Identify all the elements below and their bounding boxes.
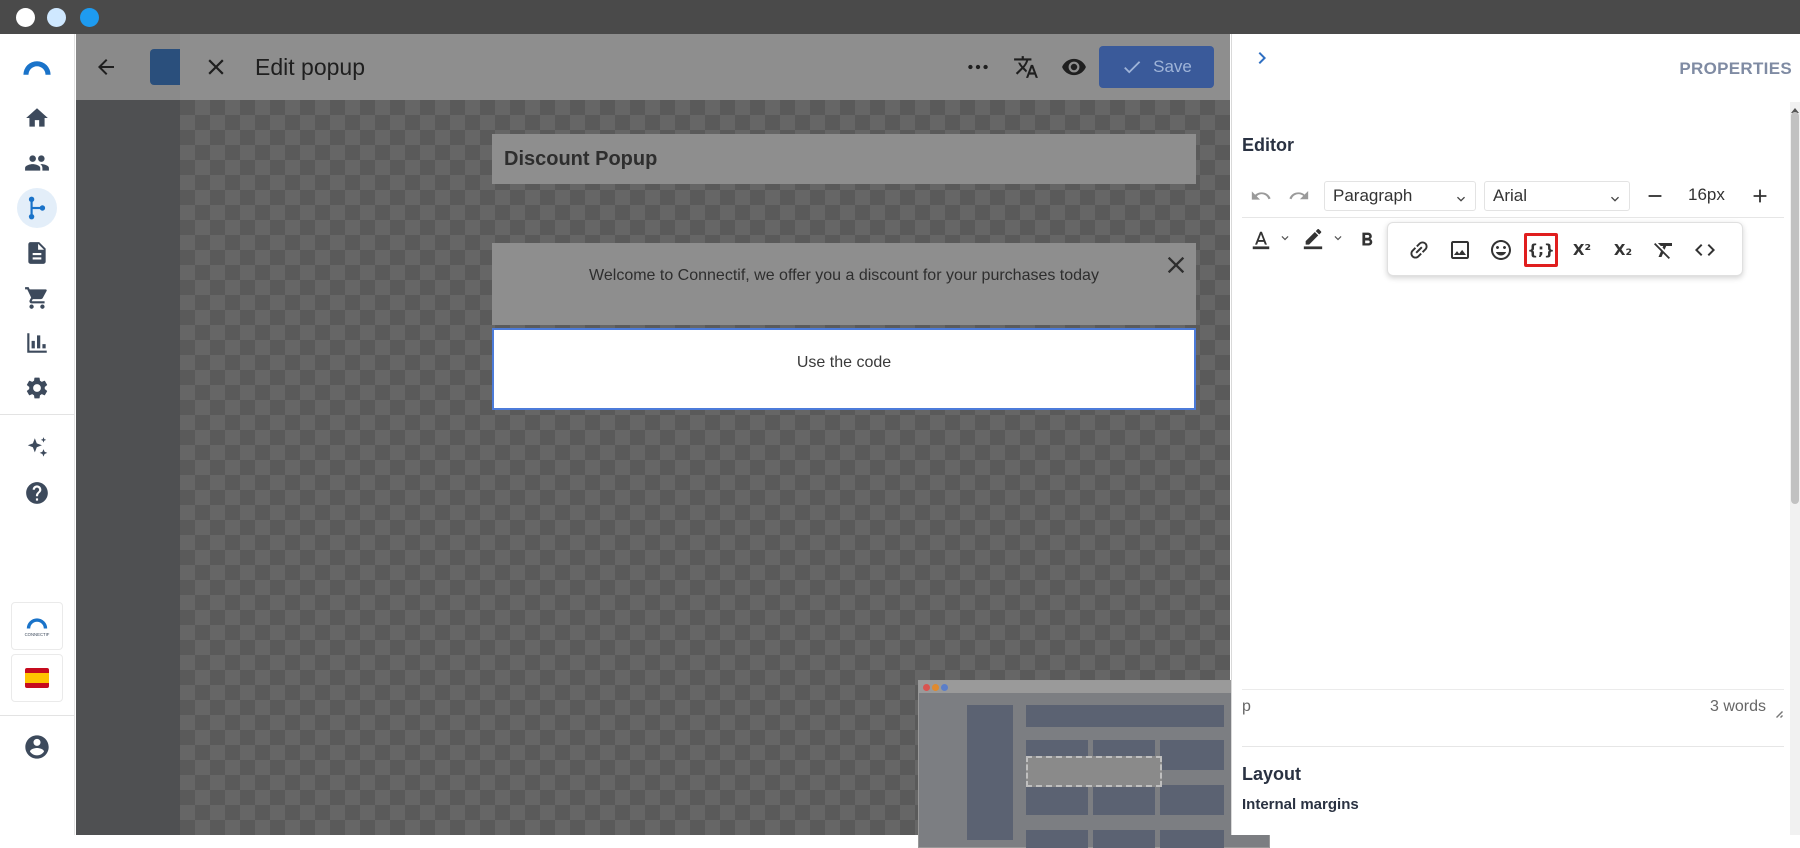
window-zoom-control[interactable] [80,8,99,27]
nav-divider-bottom [0,715,75,716]
layout-preview-thumbnail [918,680,1270,848]
chevron-down-icon[interactable] [1278,231,1292,245]
flow-icon[interactable] [17,188,57,228]
sparkles-icon[interactable] [17,428,57,468]
window-titlebar [0,0,1800,34]
subscript-icon[interactable]: X₂ [1606,233,1640,267]
redo-icon[interactable] [1284,181,1314,211]
background-device-chip [150,49,180,85]
background-panel [76,100,180,835]
internal-margins-label: Internal margins [1242,796,1359,813]
spain-flag-icon [25,668,49,688]
modal-title: Edit popup [255,54,365,80]
insert-variable-icon[interactable]: {;} [1524,233,1558,267]
source-code-icon[interactable] [1688,233,1722,267]
close-icon[interactable] [200,51,232,83]
selected-block-text[interactable]: Use the code [494,354,1194,372]
properties-title: PROPERTIES [1679,59,1792,78]
element-path[interactable]: p [1242,698,1251,716]
brand-logo[interactable]: CONNECTIF [11,602,63,650]
section-divider [1242,746,1784,747]
workspace: Edit popup Save Discount Popup Welcome t… [76,34,1270,848]
resize-handle-icon[interactable] [1772,706,1784,718]
highlight-color-icon[interactable] [1298,225,1328,255]
back-arrow-icon[interactable] [90,51,122,83]
layout-label: Layout [1242,764,1302,784]
window-close-control[interactable] [16,8,35,27]
preview-sidebar [967,705,1013,840]
properties-panel: PROPERTIES Editor Paragraph Arial 16px {… [1231,34,1800,835]
scroll-up-icon[interactable] [1791,102,1799,113]
chevron-right-icon[interactable] [1250,46,1274,70]
popup-welcome-block[interactable]: Welcome to Connectif, we offer you a dis… [492,243,1196,325]
toolbar-divider [1242,217,1784,218]
popup-name-bar: Discount Popup [492,134,1196,184]
preview-dot [932,684,939,691]
people-icon[interactable] [17,143,57,183]
gear-icon[interactable] [17,368,57,408]
editor-status-bar: p 3 words [1242,689,1784,719]
app-logo-icon[interactable] [17,48,57,88]
preview-cell [1093,830,1155,848]
toolbar-overflow-menu: {;} X² X₂ [1387,222,1743,276]
window-minimize-control[interactable] [47,8,66,27]
scrollbar-thumb[interactable] [1791,112,1799,504]
check-icon [1124,61,1141,74]
cart-icon[interactable] [17,278,57,318]
preview-cell [1093,785,1155,815]
language-selector[interactable] [11,654,63,702]
font-family-select[interactable]: Arial [1484,181,1630,211]
clear-formatting-icon[interactable] [1647,233,1681,267]
preview-cell [1160,785,1224,815]
account-icon[interactable] [17,727,57,767]
preview-popup-placement [1026,756,1162,787]
undo-icon[interactable] [1246,181,1276,211]
save-button[interactable]: Save [1099,46,1214,88]
properties-scrollbar[interactable] [1790,102,1800,835]
bar-chart-icon[interactable] [17,323,57,363]
block-format-value: Paragraph [1333,186,1413,205]
preview-cell [1160,740,1224,770]
superscript-icon[interactable]: X² [1565,233,1599,267]
link-icon[interactable] [1402,233,1436,267]
font-size-value[interactable]: 16px [1688,181,1725,211]
more-horizontal-icon[interactable] [962,51,994,83]
preview-cell [1026,785,1088,815]
document-icon[interactable] [17,233,57,273]
preview-header [1026,705,1224,727]
modal-header: Edit popup Save [180,34,1230,100]
help-icon[interactable] [17,473,57,513]
emoji-icon[interactable] [1484,233,1518,267]
font-family-value: Arial [1493,186,1528,205]
nav-divider [0,414,75,415]
chevron-down-icon [1607,188,1623,204]
popup-name: Discount Popup [504,148,658,170]
preview-cell [1026,830,1088,848]
preview-window-bar [919,681,1269,693]
increase-font-size-icon[interactable] [1745,181,1775,211]
chevron-down-icon [1453,188,1469,204]
text-color-icon[interactable] [1246,225,1276,255]
chevron-down-icon[interactable] [1331,231,1345,245]
editor-label: Editor [1242,135,1294,155]
image-icon[interactable] [1443,233,1477,267]
decrease-font-size-icon[interactable] [1640,181,1670,211]
save-button-label: Save [1153,57,1192,76]
bold-icon[interactable] [1352,225,1382,255]
preview-dot [941,684,948,691]
preview-cell [1160,830,1224,848]
block-format-select[interactable]: Paragraph [1324,181,1476,211]
translate-icon[interactable] [1010,51,1042,83]
editor-toolbar-row-1: Paragraph Arial 16px [1242,175,1784,215]
popup-welcome-text: Welcome to Connectif, we offer you a dis… [589,267,1099,284]
selected-text-block[interactable]: Use the code [492,328,1196,410]
brand-logo-text: CONNECTIF [25,632,50,637]
word-count: 3 words [1709,698,1766,715]
preview-dot [923,684,930,691]
home-icon[interactable] [17,98,57,138]
left-navigation: CONNECTIF [0,34,75,835]
popup-close-icon[interactable] [1162,251,1190,279]
eye-icon[interactable] [1058,51,1090,83]
